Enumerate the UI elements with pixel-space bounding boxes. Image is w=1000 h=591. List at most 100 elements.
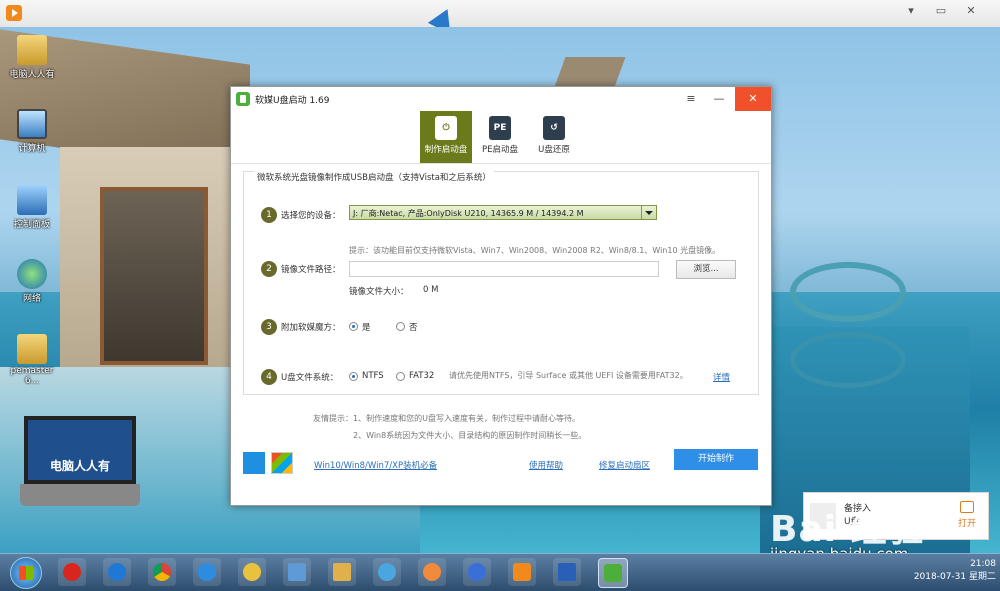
usb-boot-app-icon [604, 564, 622, 582]
close-button[interactable]: ✕ [735, 87, 771, 111]
red-app-icon [63, 563, 81, 581]
folder-icon [17, 334, 47, 364]
help-link[interactable]: 使用帮助 [529, 459, 563, 471]
image-path-input[interactable] [349, 261, 659, 277]
control-panel-icon [17, 185, 47, 215]
fs-fat32-label: FAT32 [409, 371, 435, 381]
taskbar-app-5[interactable] [238, 558, 266, 586]
app-window: 软媒U盘启动 1.69 ≡ — ✕ ⏻ 制作启动盘 PE PE启动盘 ↺ U盘还… [230, 86, 772, 506]
panel-title: 微软系统光盘镜像制作成USB启动盘（支持Vista和之后系统） [254, 171, 494, 183]
taskbar-app-12[interactable] [553, 558, 581, 586]
brand-keyboard [20, 484, 140, 506]
chrome-icon [153, 563, 171, 581]
play-icon [513, 563, 531, 581]
hint-text: 提示：该功能目前仅支持微软Vista、Win7、Win2008、Win2008 … [349, 246, 721, 255]
fs-hint: 请优先使用NTFS，引导 Surface 或其他 UEFI 设备需要用FAT32… [449, 371, 688, 380]
tip-line-1: 友情提示：1、制作速度和您的U盘写入速度有关，制作过程中请耐心等待。 [313, 414, 580, 423]
desktop-icon-computer[interactable]: 计算机 [6, 109, 58, 154]
taskbar-app-1[interactable] [58, 558, 86, 586]
menu-button[interactable]: ≡ [679, 87, 703, 111]
ring-reflection [790, 332, 906, 388]
step-4-label: U盘文件系统： [281, 373, 339, 383]
taskbar: 21:08 2018-07-31 星期二 [0, 553, 1000, 591]
ie-icon [108, 563, 126, 581]
dots-app-icon [468, 563, 486, 581]
pe-usb-icon: PE [489, 116, 511, 140]
player-app-icon[interactable] [6, 5, 22, 21]
open-folder-icon [960, 501, 974, 513]
magic-yes-radio[interactable] [349, 322, 358, 331]
tips-block: 友情提示：1、制作速度和您的U盘写入速度有关，制作过程中请耐心等待。 2、Win… [313, 410, 586, 444]
browse-button[interactable]: 浏览... [676, 260, 736, 279]
start-making-button[interactable]: 开始制作 [674, 449, 758, 470]
tab-pe-boot-disk[interactable]: PE PE启动盘 [474, 111, 526, 163]
hut-roof [554, 57, 626, 87]
villa-window [100, 187, 208, 365]
tab-usb-restore[interactable]: ↺ U盘还原 [528, 111, 580, 163]
folder-icon [333, 563, 351, 581]
app-titlebar: 软媒U盘启动 1.69 ≡ — ✕ [231, 87, 771, 111]
magic-no-radio[interactable] [396, 322, 405, 331]
minimize-button[interactable]: — [707, 87, 731, 111]
desktop-icon-pemaster[interactable]: pemaster 6... [6, 334, 58, 386]
taskbar-media-player[interactable] [508, 558, 536, 586]
notes-icon [243, 563, 261, 581]
usb-power-icon: ⏻ [435, 116, 457, 140]
tab-toolbar: ⏻ 制作启动盘 PE PE启动盘 ↺ U盘还原 [231, 111, 771, 164]
ring-sculpture [790, 262, 906, 322]
step-2-badge: 2 [261, 261, 277, 277]
taskbar-app-9[interactable] [418, 558, 446, 586]
fs-ntfs-radio[interactable] [349, 372, 358, 381]
start-button[interactable] [10, 557, 42, 589]
step-2-label: 镜像文件路径： [281, 265, 341, 275]
magic-yes-label: 是 [362, 323, 371, 333]
clock[interactable]: 21:08 2018-07-31 星期二 [914, 558, 996, 584]
step-4-badge: 4 [261, 369, 277, 385]
folder-icon [17, 35, 47, 65]
step-1-badge: 1 [261, 207, 277, 223]
cloud-app-icon [198, 563, 216, 581]
image-size-label: 镜像文件大小： [349, 287, 409, 297]
device-select[interactable]: J: 厂商:Netac, 产品:OnlyDisk U210, 14365.9 M… [349, 205, 657, 220]
chevron-down-icon[interactable] [641, 206, 656, 219]
usb-restore-icon: ↺ [543, 116, 565, 140]
toast-open-button[interactable]: 打开 [954, 501, 980, 529]
repair-boot-sector-link[interactable]: 修复启动扇区 [599, 459, 650, 471]
control-panel-icon [288, 563, 306, 581]
system-tray: 21:08 2018-07-31 星期二 [810, 554, 1000, 591]
fs-fat32-radio[interactable] [396, 372, 405, 381]
magic-no-label: 否 [409, 323, 418, 333]
image-size-value: 0 M [423, 285, 439, 295]
taskbar-app-4[interactable] [193, 558, 221, 586]
step-3-label: 附加软媒魔方： [281, 323, 341, 333]
taskbar-ie[interactable] [103, 558, 131, 586]
install-essentials-link[interactable]: Win10/Win8/Win7/XP装机必备 [314, 459, 437, 471]
windows-xp-icon[interactable] [271, 452, 293, 474]
taskbar-app-10[interactable] [463, 558, 491, 586]
taskbar-usb-boot-app[interactable] [598, 558, 628, 588]
pinwheel-icon [378, 563, 396, 581]
taskbar-chrome[interactable] [148, 558, 176, 586]
taskbar-app-6[interactable] [283, 558, 311, 586]
tab-make-boot-disk[interactable]: ⏻ 制作启动盘 [420, 111, 472, 163]
computer-icon [17, 109, 47, 139]
app-logo-icon [236, 92, 250, 106]
details-link[interactable]: 详情 [713, 371, 730, 383]
viewer-restore-button[interactable]: ▭ [930, 2, 952, 20]
desktop-icon-network[interactable]: 网络 [6, 259, 58, 304]
step-3-badge: 3 [261, 319, 277, 335]
tip-line-2: 2、Win8系统因为文件大小、目录结构的原因制作时间稍长一些。 [313, 431, 587, 440]
fs-ntfs-label: NTFS [362, 371, 384, 381]
viewer-close-button[interactable]: ✕ [960, 2, 982, 20]
paint-icon [423, 563, 441, 581]
desktop-icon-control-panel[interactable]: 控制面板 [6, 185, 58, 230]
taskbar-app-8[interactable] [373, 558, 401, 586]
taskbar-explorer[interactable] [328, 558, 356, 586]
app-title: 软媒U盘启动 1.69 [255, 96, 330, 106]
windows-10-icon[interactable] [243, 452, 265, 474]
brand-laptop-logo: 电脑人人有 [20, 416, 140, 512]
shield-icon [558, 563, 576, 581]
desktop-icon-user-folder[interactable]: 电脑人人有 [6, 35, 58, 80]
globe-icon [17, 259, 47, 289]
viewer-collapse-button[interactable]: ▾ [900, 2, 922, 20]
